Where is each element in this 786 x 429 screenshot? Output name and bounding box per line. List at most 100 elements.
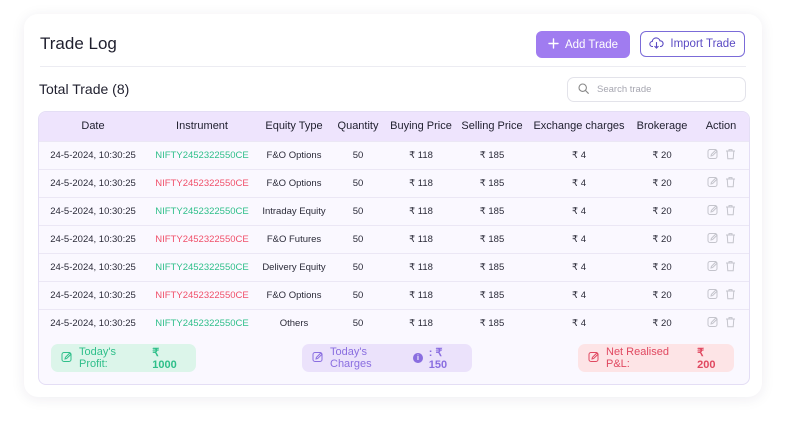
cell-action	[693, 197, 749, 225]
add-trade-label: Add Trade	[564, 38, 619, 51]
trade-log-card: Trade Log Add Trade Import Trade Total T…	[24, 14, 762, 397]
cell-instrument: NIFTY2452322550CE	[155, 317, 249, 329]
cell-exchange-charges: ₹ 4	[572, 289, 586, 301]
cell-exchange-charges: ₹ 4	[572, 317, 586, 329]
cell-quantity: 50	[352, 317, 364, 329]
cell-quantity: 50	[352, 261, 364, 273]
today-profit-label: Today's Profit:	[79, 346, 116, 370]
net-pnl-badge: Net Realised P&L: ₹ 200	[578, 344, 734, 372]
today-charges-label: Today's Charges	[330, 346, 372, 370]
col-action: Action	[705, 120, 737, 133]
delete-icon[interactable]	[725, 204, 736, 219]
header-divider	[40, 66, 746, 67]
info-icon[interactable]: i	[413, 353, 423, 363]
cell-brokerage: ₹ 20	[652, 205, 672, 217]
import-trade-label: Import Trade	[670, 38, 736, 50]
cell-date: 24-5-2024, 10:30:25	[50, 149, 136, 161]
cell-exchange-charges: ₹ 4	[572, 233, 586, 245]
cell-selling-price: ₹ 185	[479, 317, 505, 329]
cell-brokerage: ₹ 20	[652, 149, 672, 161]
cell-quantity: 50	[352, 177, 364, 189]
col-quantity: Quantity	[337, 120, 379, 133]
delete-icon[interactable]	[725, 232, 736, 247]
delete-icon[interactable]	[725, 316, 736, 331]
cell-equity-type: Others	[279, 317, 309, 329]
table-row: 24-5-2024, 10:30:25 NIFTY2452322550CE Intr…	[39, 197, 749, 225]
cell-exchange-charges: ₹ 4	[572, 205, 586, 217]
cell-quantity: 50	[352, 205, 364, 217]
edit-icon[interactable]	[707, 232, 719, 247]
col-exchange-charges: Exchange charges	[533, 120, 625, 133]
cell-date: 24-5-2024, 10:30:25	[50, 289, 136, 301]
table-row: 24-5-2024, 10:30:25 NIFTY2452322550CE F&O …	[39, 225, 749, 253]
col-date: Date	[81, 120, 105, 133]
col-equity-type: Equity Type	[265, 120, 323, 133]
edit-icon[interactable]	[707, 148, 719, 163]
cell-brokerage: ₹ 20	[652, 261, 672, 273]
cell-date: 24-5-2024, 10:30:25	[50, 317, 136, 329]
col-instrument: Instrument	[176, 120, 228, 133]
import-trade-button[interactable]: Import Trade	[640, 31, 745, 57]
cell-instrument: NIFTY2452322550CE	[155, 289, 249, 301]
cell-brokerage: ₹ 20	[652, 317, 672, 329]
cell-buying-price: ₹ 118	[409, 205, 433, 217]
edit-icon[interactable]	[707, 176, 719, 191]
cell-exchange-charges: ₹ 4	[572, 261, 586, 273]
edit-icon	[61, 351, 73, 366]
cell-exchange-charges: ₹ 4	[572, 177, 586, 189]
cell-date: 24-5-2024, 10:30:25	[50, 233, 136, 245]
cell-exchange-charges: ₹ 4	[572, 149, 586, 161]
cell-quantity: 50	[352, 289, 364, 301]
total-trade-count: Total Trade (8)	[39, 81, 130, 97]
delete-icon[interactable]	[725, 260, 736, 275]
cell-selling-price: ₹ 185	[479, 233, 505, 245]
cell-equity-type: Intraday Equity	[262, 205, 326, 217]
net-pnl-value: ₹ 200	[697, 346, 716, 371]
summary-bar: Today's Profit: ₹ 1000 Today's Charges i…	[39, 342, 749, 384]
cell-instrument: NIFTY2452322550CE	[155, 261, 249, 273]
cell-action	[693, 141, 749, 169]
cell-selling-price: ₹ 185	[479, 205, 505, 217]
delete-icon[interactable]	[725, 176, 736, 191]
cell-instrument: NIFTY2452322550CE	[155, 233, 249, 245]
cell-date: 24-5-2024, 10:30:25	[50, 177, 136, 189]
col-brokerage: Brokerage	[636, 120, 688, 133]
cell-buying-price: ₹ 118	[409, 289, 433, 301]
delete-icon[interactable]	[725, 148, 736, 163]
cell-equity-type: F&O Options	[266, 177, 322, 189]
cell-equity-type: Delivery Equity	[262, 261, 326, 273]
cell-selling-price: ₹ 185	[479, 177, 505, 189]
search-box[interactable]	[567, 77, 746, 102]
cell-action	[693, 253, 749, 281]
delete-icon[interactable]	[725, 288, 736, 303]
page-title: Trade Log	[40, 34, 117, 53]
cell-date: 24-5-2024, 10:30:25	[50, 205, 136, 217]
edit-icon[interactable]	[707, 260, 719, 275]
edit-icon[interactable]	[707, 288, 719, 303]
cell-buying-price: ₹ 118	[409, 233, 433, 245]
cell-instrument: NIFTY2452322550CE	[155, 205, 249, 217]
net-pnl-label: Net Realised P&L:	[606, 346, 669, 370]
cell-buying-price: ₹ 118	[409, 177, 433, 189]
cell-equity-type: F&O Options	[266, 289, 322, 301]
trade-table: Date Instrument Equity Type Quantity Buy…	[38, 111, 750, 385]
cell-quantity: 50	[352, 233, 364, 245]
cell-action	[693, 225, 749, 253]
col-buying-price: Buying Price	[390, 120, 452, 133]
table-row: 24-5-2024, 10:30:25 NIFTY2452322550CE Deli…	[39, 253, 749, 281]
cell-date: 24-5-2024, 10:30:25	[50, 261, 136, 273]
edit-icon	[588, 351, 600, 366]
search-input[interactable]	[595, 83, 729, 96]
cell-equity-type: F&O Options	[266, 149, 322, 161]
cell-buying-price: ₹ 118	[409, 149, 433, 161]
cell-brokerage: ₹ 20	[652, 233, 672, 245]
cell-selling-price: ₹ 185	[479, 149, 505, 161]
table-row: 24-5-2024, 10:30:25 NIFTY2452322550CE F&O …	[39, 169, 749, 197]
edit-icon[interactable]	[707, 204, 719, 219]
cell-selling-price: ₹ 185	[479, 289, 505, 301]
table-row: 24-5-2024, 10:30:25 NIFTY2452322550CE Othe…	[39, 309, 749, 337]
add-trade-button[interactable]: Add Trade	[536, 31, 630, 58]
edit-icon[interactable]	[707, 316, 719, 331]
today-profit-value: ₹ 1000	[152, 346, 177, 371]
cell-buying-price: ₹ 118	[409, 261, 433, 273]
